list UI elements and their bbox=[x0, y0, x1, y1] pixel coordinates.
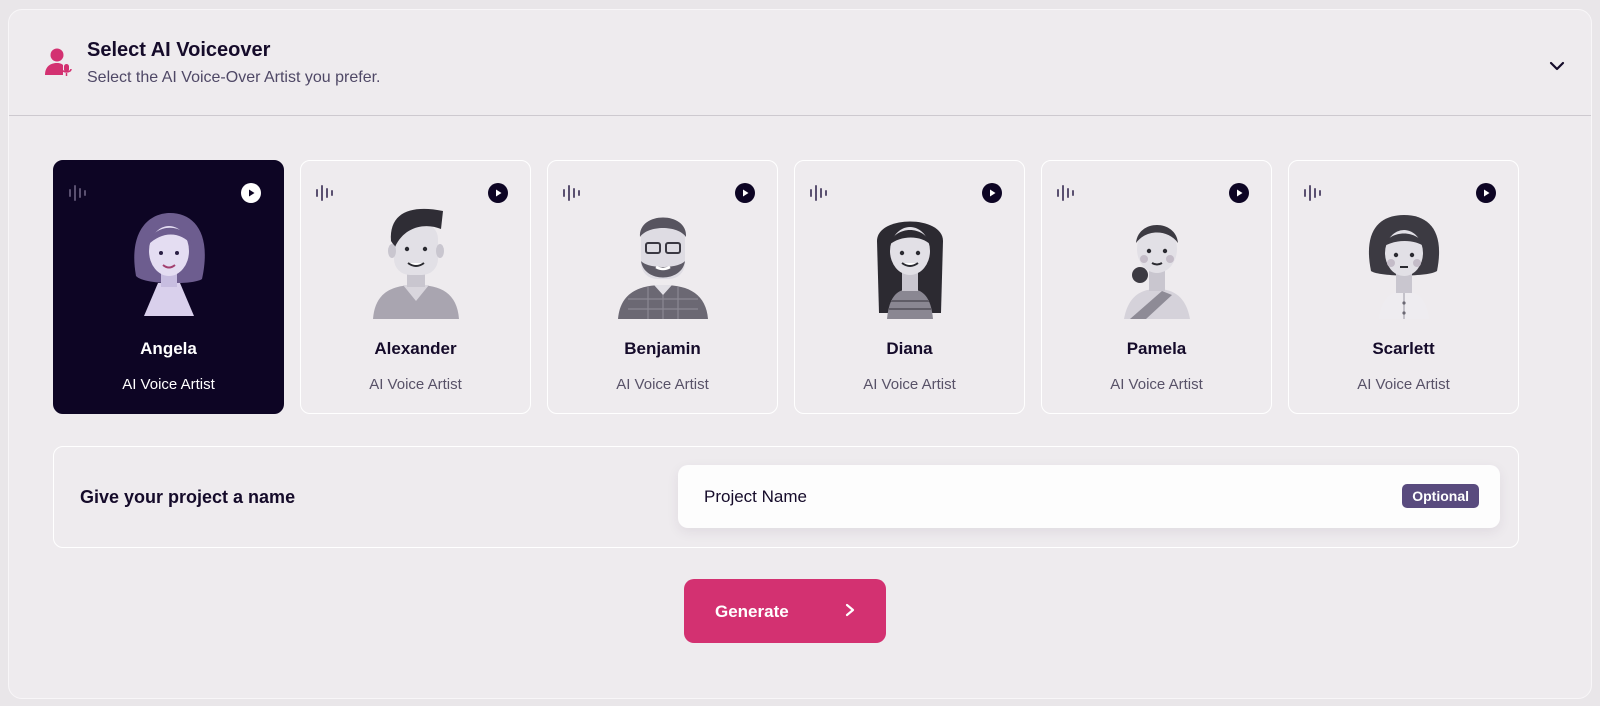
audio-wave-icon bbox=[69, 185, 86, 201]
play-icon bbox=[496, 189, 502, 197]
avatar bbox=[618, 217, 708, 319]
artist-name: Alexander bbox=[374, 339, 457, 358]
play-icon bbox=[743, 189, 749, 197]
audio-wave-icon bbox=[810, 185, 827, 201]
artist-name: Benjamin bbox=[624, 339, 701, 358]
artist-card-pamela[interactable]: Pamela AI Voice Artist bbox=[1041, 160, 1272, 414]
avatar bbox=[877, 221, 943, 319]
generate-button[interactable]: Generate bbox=[684, 579, 886, 643]
artist-role: AI Voice Artist bbox=[369, 376, 462, 393]
artist-role: AI Voice Artist bbox=[1110, 376, 1203, 393]
artist-list: Angela AI Voice Artist Alexander AI Voic… bbox=[53, 160, 1529, 414]
audio-wave-icon bbox=[316, 185, 333, 201]
section-subtitle: Select the AI Voice-Over Artist you pref… bbox=[87, 69, 381, 86]
play-button[interactable] bbox=[982, 183, 1002, 203]
artist-role: AI Voice Artist bbox=[863, 376, 956, 393]
play-icon bbox=[1237, 189, 1243, 197]
voiceover-panel: Select AI Voiceover Select the AI Voice-… bbox=[8, 9, 1592, 699]
collapse-button[interactable] bbox=[1543, 52, 1571, 80]
artist-card-benjamin[interactable]: Benjamin AI Voice Artist bbox=[547, 160, 778, 414]
audio-wave-icon bbox=[1057, 185, 1074, 201]
avatar bbox=[373, 208, 459, 319]
project-name-label: Give your project a name bbox=[80, 487, 296, 507]
artist-name: Pamela bbox=[1126, 339, 1187, 358]
avatar bbox=[1124, 225, 1190, 319]
project-name-field[interactable]: Optional bbox=[678, 465, 1500, 528]
artist-name: Scarlett bbox=[1372, 339, 1435, 358]
play-button[interactable] bbox=[241, 183, 261, 203]
artist-card-angela[interactable]: Angela AI Voice Artist bbox=[53, 160, 284, 414]
play-button[interactable] bbox=[488, 183, 508, 203]
play-icon bbox=[990, 189, 996, 197]
artist-name: Diana bbox=[886, 339, 933, 358]
avatar bbox=[134, 213, 205, 316]
artist-name: Angela bbox=[140, 339, 197, 358]
play-button[interactable] bbox=[735, 183, 755, 203]
artist-card-scarlett[interactable]: Scarlett AI Voice Artist bbox=[1288, 160, 1519, 414]
play-icon bbox=[1484, 189, 1490, 197]
artist-role: AI Voice Artist bbox=[1357, 376, 1450, 393]
avatar bbox=[1368, 215, 1440, 319]
chevron-down-icon bbox=[1549, 61, 1565, 71]
play-button[interactable] bbox=[1476, 183, 1496, 203]
chevron-right-icon bbox=[845, 603, 855, 617]
play-icon bbox=[249, 189, 255, 197]
user-mic-icon bbox=[45, 48, 72, 76]
audio-wave-icon bbox=[563, 185, 580, 201]
artist-role: AI Voice Artist bbox=[122, 376, 215, 393]
generate-label: Generate bbox=[715, 602, 789, 621]
audio-wave-icon bbox=[1304, 185, 1321, 201]
project-name-input[interactable] bbox=[704, 465, 1384, 528]
artist-card-alexander[interactable]: Alexander AI Voice Artist bbox=[300, 160, 531, 414]
section-title: Select AI Voiceover bbox=[87, 39, 271, 61]
artist-card-diana[interactable]: Diana AI Voice Artist bbox=[794, 160, 1025, 414]
panel-header[interactable]: Select AI Voiceover Select the AI Voice-… bbox=[9, 10, 1591, 116]
optional-badge: Optional bbox=[1402, 484, 1479, 508]
play-button[interactable] bbox=[1229, 183, 1249, 203]
project-name-section: Give your project a name Optional bbox=[53, 446, 1519, 548]
artist-role: AI Voice Artist bbox=[616, 376, 709, 393]
